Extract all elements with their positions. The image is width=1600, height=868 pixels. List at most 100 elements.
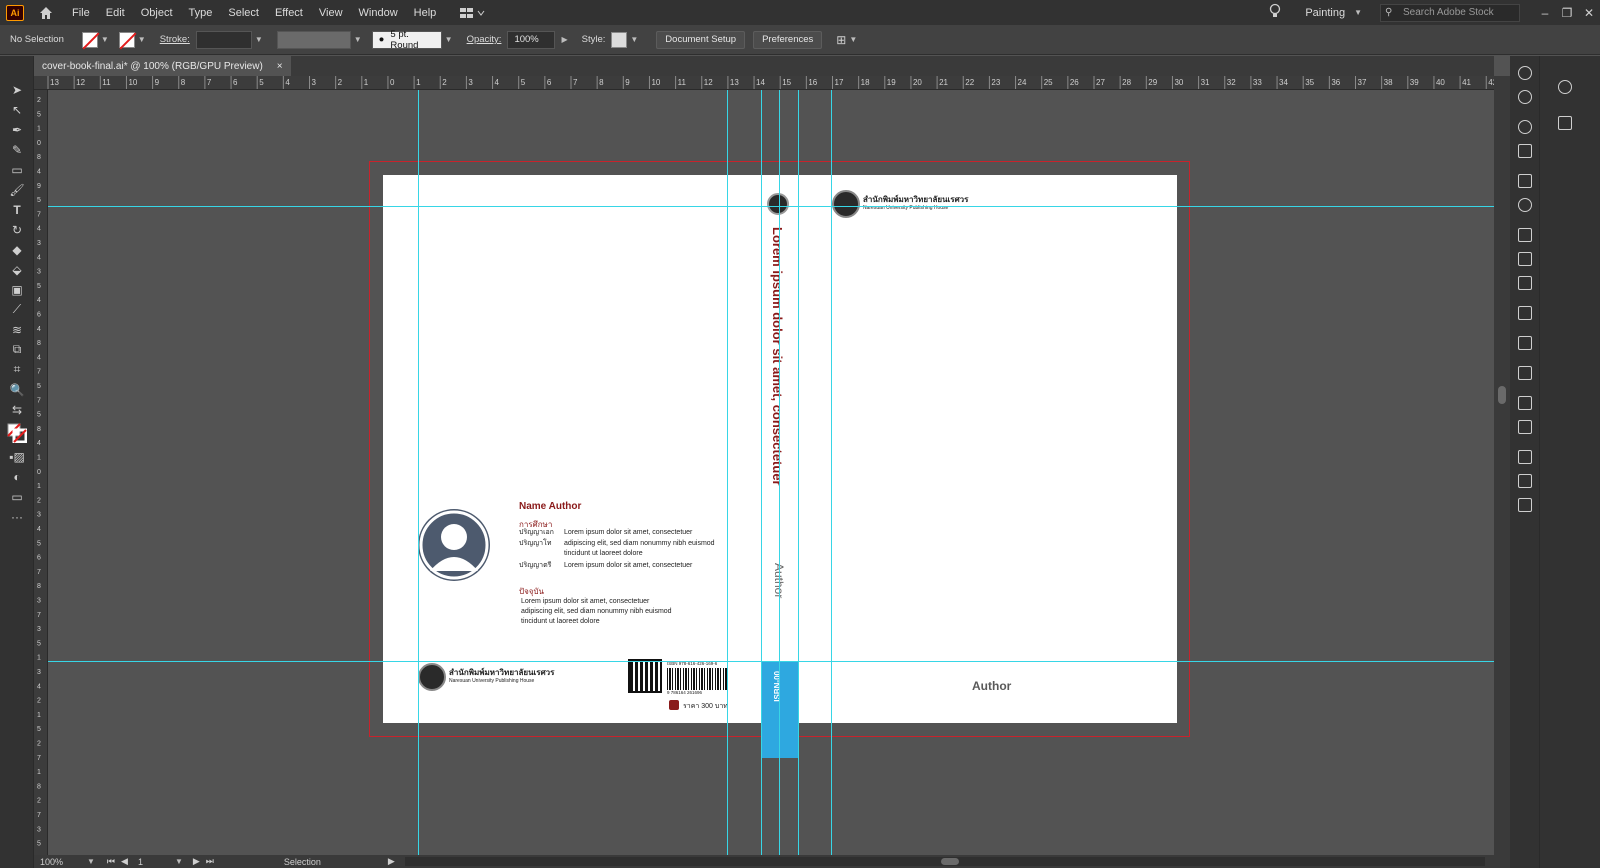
zoom-tool-icon[interactable]: 🔍 (7, 381, 27, 398)
guide-horizontal[interactable] (48, 661, 1494, 662)
workspace-switcher[interactable]: Painting (1305, 7, 1345, 19)
graphic-style-swatch[interactable] (611, 31, 628, 48)
layers-icon[interactable] (1518, 336, 1532, 350)
stroke-panel-icon[interactable] (1518, 474, 1532, 488)
minimize-button[interactable]: – (1534, 6, 1556, 20)
width-tool-icon[interactable]: ≋ (7, 321, 27, 338)
artboard-tool-icon[interactable]: ⌗ (7, 361, 27, 378)
menu-select[interactable]: Select (228, 7, 259, 19)
menu-window[interactable]: Window (359, 7, 398, 19)
default-fill-stroke-icon[interactable]: ⇆ (7, 401, 27, 418)
stroke-label[interactable]: Stroke: (160, 34, 190, 45)
direct-selection-tool-icon[interactable]: ↖ (7, 101, 27, 118)
close-window-button[interactable]: ✕ (1578, 6, 1600, 20)
chevron-down-icon[interactable]: ▼ (255, 35, 263, 44)
guide-vertical[interactable] (418, 90, 419, 855)
chevron-down-icon[interactable]: ▼ (354, 35, 362, 44)
guide-vertical[interactable] (831, 90, 832, 855)
next-artboard-icon[interactable]: ▶ (193, 856, 200, 867)
stroke-weight-field[interactable] (195, 30, 252, 49)
guide-vertical[interactable] (761, 90, 762, 855)
menu-help[interactable]: Help (414, 7, 437, 19)
artboard-number[interactable]: 1 (138, 857, 172, 867)
stroke-swatch[interactable] (118, 31, 135, 48)
properties-icon[interactable] (1518, 66, 1532, 80)
chevron-down-icon[interactable]: ▼ (101, 35, 109, 44)
menu-view[interactable]: View (319, 7, 343, 19)
live-paint-tool-icon[interactable]: ⧉ (7, 341, 27, 358)
chevron-down-icon[interactable]: ▼ (445, 35, 453, 44)
align-options-icon[interactable]: ⊞ (836, 33, 846, 47)
type-tool-icon[interactable]: T (7, 201, 27, 218)
document-setup-button[interactable]: Document Setup (656, 30, 746, 49)
screen-mode-icon[interactable]: ▭ (7, 488, 27, 505)
cc-libraries-icon[interactable] (1558, 80, 1572, 94)
vertical-scrollbar[interactable] (1494, 76, 1510, 855)
chevron-down-icon[interactable]: ▼ (1354, 8, 1362, 17)
learn-icon[interactable] (1558, 116, 1572, 130)
horizontal-scrollbar[interactable] (404, 857, 1485, 866)
menu-effect[interactable]: Effect (275, 7, 303, 19)
menu-object[interactable]: Object (141, 7, 173, 19)
close-tab-icon[interactable]: × (277, 61, 283, 72)
document-tab[interactable]: cover-book-final.ai* @ 100% (RGB/GPU Pre… (34, 56, 291, 76)
color-icon[interactable] (1518, 120, 1532, 134)
image-trace-icon[interactable] (1518, 396, 1532, 410)
guide-vertical[interactable] (779, 90, 780, 855)
transform-icon[interactable] (1518, 228, 1532, 242)
arrange-documents-icon[interactable] (460, 6, 486, 20)
brushes-icon[interactable] (1518, 198, 1532, 212)
prev-artboard-icon[interactable]: ◀ (121, 856, 128, 867)
eraser-tool-icon[interactable]: ◆ (7, 241, 27, 258)
lightbulb-icon[interactable] (1269, 3, 1281, 22)
vertical-ruler[interactable]: 2 5 1 0 8 4 9 5 7 4 3 4 3 5 4 6 4 8 4 7 5 7 5 8 4 1 0 1 2 3 4 5 6 7 8 3 7 3 5 1… (34, 90, 48, 855)
search-stock-input[interactable]: ⚲ Search Adobe Stock (1380, 3, 1520, 22)
horizontal-ruler[interactable]: 13 12 11 10 9 8 7 6 5 4 3 2 1 0 1 2 3 4 5 6 7 8 9 10 11 12 13 14 15 1… (34, 76, 1494, 90)
appearance-icon[interactable] (1518, 498, 1532, 512)
guide-vertical[interactable] (798, 90, 799, 855)
pen-tool-icon[interactable]: ✒ (7, 121, 27, 138)
swatches-icon[interactable] (1518, 174, 1532, 188)
scroll-thumb[interactable] (940, 858, 959, 865)
menu-edit[interactable]: Edit (106, 7, 125, 19)
chevron-down-icon[interactable]: ▼ (630, 35, 638, 44)
chevron-down-icon[interactable]: ▼ (87, 857, 95, 866)
home-icon[interactable] (38, 5, 54, 21)
chevron-down-icon[interactable]: ▼ (138, 35, 146, 44)
artboards-icon[interactable] (1518, 366, 1532, 380)
symbols-icon[interactable] (1518, 450, 1532, 464)
info-icon[interactable] (1518, 90, 1532, 104)
guide-vertical[interactable] (727, 90, 728, 855)
restore-button[interactable]: ❐ (1556, 6, 1578, 20)
curvature-tool-icon[interactable]: ✎ (7, 141, 27, 158)
chevron-down-icon[interactable]: ▼ (849, 35, 857, 44)
align-icon[interactable] (1518, 252, 1532, 266)
eyedropper-tool-icon[interactable]: ⟋ (7, 301, 27, 318)
variable-width-field[interactable] (276, 30, 351, 49)
asset-export-icon[interactable] (1518, 420, 1532, 434)
chevron-right-icon[interactable]: ▶ (561, 35, 567, 44)
first-artboard-icon[interactable]: ⏮ (107, 856, 115, 867)
fill-swatch[interactable] (81, 31, 98, 48)
rotate-tool-icon[interactable]: ↻ (7, 221, 27, 238)
color-guide-icon[interactable] (1518, 144, 1532, 158)
guide-horizontal[interactable] (48, 206, 1494, 207)
selection-tool-icon[interactable]: ➤ (7, 81, 27, 98)
canvas[interactable]: Name Author การศึกษา ปริญญาเอก Lorem ipsu… (48, 90, 1494, 855)
shape-builder-tool-icon[interactable]: ⬙ (7, 261, 27, 278)
fill-stroke-icon[interactable] (7, 421, 27, 445)
last-artboard-icon[interactable]: ⏭ (206, 856, 214, 867)
opacity-field[interactable]: 100% (507, 30, 556, 49)
zoom-level[interactable]: 100% (40, 857, 84, 867)
menu-type[interactable]: Type (189, 7, 213, 19)
status-menu-icon[interactable]: ▶ (388, 856, 395, 867)
rectangle-tool-icon[interactable]: ▭ (7, 161, 27, 178)
paintbrush-tool-icon[interactable]: 🖌 (7, 181, 27, 198)
draw-mode-icon[interactable]: ◐ (7, 468, 27, 485)
color-mode-icon[interactable]: ▪▨ (7, 448, 27, 465)
scroll-thumb[interactable] (1498, 386, 1506, 404)
preferences-button[interactable]: Preferences (753, 30, 823, 49)
more-tools-icon[interactable]: ··· (7, 508, 27, 525)
export-icon[interactable] (1518, 306, 1532, 320)
opacity-label[interactable]: Opacity: (467, 34, 502, 45)
